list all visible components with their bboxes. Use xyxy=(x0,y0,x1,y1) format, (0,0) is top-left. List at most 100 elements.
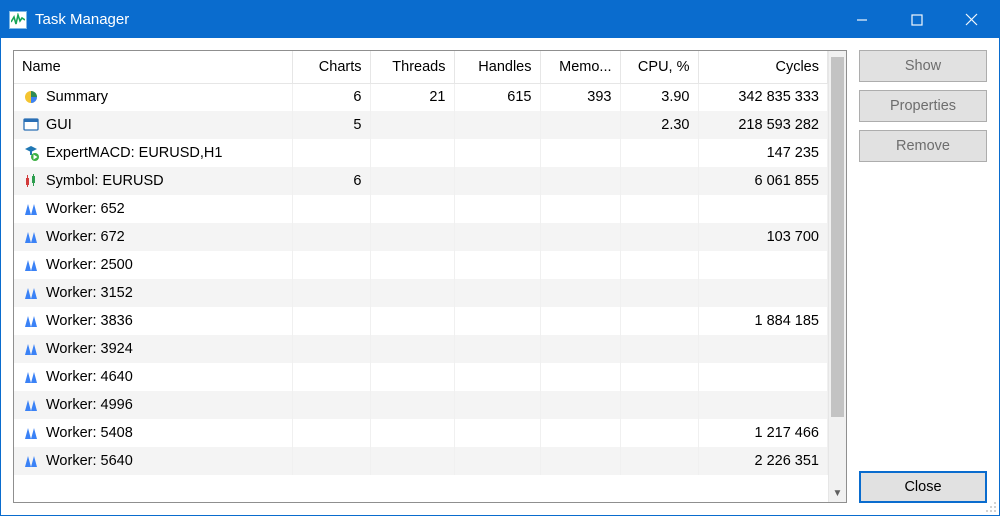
show-button[interactable]: Show xyxy=(859,50,987,82)
cell-cycles xyxy=(698,251,828,279)
col-charts[interactable]: Charts xyxy=(292,51,370,83)
cell-threads xyxy=(370,251,454,279)
cell-memory xyxy=(540,223,620,251)
worker-icon xyxy=(22,200,40,218)
table-row[interactable]: Worker: 3924 xyxy=(14,335,828,363)
table-row[interactable]: Worker: 54081 217 466 xyxy=(14,419,828,447)
worker-icon xyxy=(22,452,40,470)
table-row[interactable]: Worker: 38361 884 185 xyxy=(14,307,828,335)
cell-cpu xyxy=(620,279,698,307)
cell-cpu xyxy=(620,307,698,335)
cell-charts xyxy=(292,279,370,307)
window-title: Task Manager xyxy=(35,11,129,28)
cell-charts: 6 xyxy=(292,83,370,111)
cell-memory: 393 xyxy=(540,83,620,111)
cell-charts xyxy=(292,335,370,363)
scroll-down-arrow-icon[interactable]: ▼ xyxy=(829,484,846,502)
row-name: Worker: 652 xyxy=(46,201,125,217)
cell-cpu xyxy=(620,363,698,391)
worker-icon xyxy=(22,256,40,274)
row-name: Worker: 3152 xyxy=(46,285,133,301)
expert-icon xyxy=(22,144,40,162)
col-cycles[interactable]: Cycles xyxy=(698,51,828,83)
cell-memory xyxy=(540,167,620,195)
cell-handles xyxy=(454,335,540,363)
row-name: ExpertMACD: EURUSD,H1 xyxy=(46,145,222,161)
cell-charts xyxy=(292,307,370,335)
maximize-button[interactable] xyxy=(889,1,944,38)
table-row[interactable]: Summary6216153933.90342 835 333 xyxy=(14,83,828,111)
cell-cycles xyxy=(698,335,828,363)
cell-cpu xyxy=(620,419,698,447)
table-row[interactable]: Worker: 652 xyxy=(14,195,828,223)
table-row[interactable]: Worker: 672 103 700 xyxy=(14,223,828,251)
col-name[interactable]: Name xyxy=(14,51,292,83)
properties-button[interactable]: Properties xyxy=(859,90,987,122)
col-cpu[interactable]: CPU, % xyxy=(620,51,698,83)
resize-grip-icon[interactable] xyxy=(985,501,997,513)
row-name: Worker: 5408 xyxy=(46,425,133,441)
close-window-button[interactable] xyxy=(944,1,999,38)
titlebar[interactable]: Task Manager xyxy=(1,1,999,38)
minimize-button[interactable] xyxy=(834,1,889,38)
cell-handles xyxy=(454,279,540,307)
cell-threads xyxy=(370,363,454,391)
cell-cpu xyxy=(620,391,698,419)
table-row[interactable]: ExpertMACD: EURUSD,H1 147 235 xyxy=(14,139,828,167)
cell-charts xyxy=(292,251,370,279)
symbol-icon xyxy=(22,172,40,190)
cell-threads xyxy=(370,419,454,447)
remove-button[interactable]: Remove xyxy=(859,130,987,162)
col-handles[interactable]: Handles xyxy=(454,51,540,83)
table-row[interactable]: Worker: 3152 xyxy=(14,279,828,307)
cell-cycles: 147 235 xyxy=(698,139,828,167)
table-header-row: Name Charts Threads Handles Memo... CPU,… xyxy=(14,51,828,83)
row-name: Summary xyxy=(46,89,108,105)
worker-icon xyxy=(22,312,40,330)
cell-cycles: 342 835 333 xyxy=(698,83,828,111)
cell-memory xyxy=(540,391,620,419)
row-name: GUI xyxy=(46,117,72,133)
row-name: Worker: 2500 xyxy=(46,257,133,273)
cell-threads xyxy=(370,447,454,475)
table-row[interactable]: Symbol: EURUSD66 061 855 xyxy=(14,167,828,195)
table-row[interactable]: Worker: 2500 xyxy=(14,251,828,279)
task-table: Name Charts Threads Handles Memo... CPU,… xyxy=(14,51,828,475)
cell-cpu xyxy=(620,447,698,475)
summary-icon xyxy=(22,88,40,106)
cell-memory xyxy=(540,419,620,447)
cell-threads xyxy=(370,111,454,139)
scroll-thumb[interactable] xyxy=(831,57,844,417)
window-body: Name Charts Threads Handles Memo... CPU,… xyxy=(1,38,999,515)
cell-cpu: 3.90 xyxy=(620,83,698,111)
row-name: Worker: 3836 xyxy=(46,313,133,329)
cell-cycles: 103 700 xyxy=(698,223,828,251)
table-row[interactable]: Worker: 4640 xyxy=(14,363,828,391)
worker-icon xyxy=(22,396,40,414)
cell-memory xyxy=(540,111,620,139)
table-row[interactable]: Worker: 56402 226 351 xyxy=(14,447,828,475)
cell-handles xyxy=(454,139,540,167)
row-name: Worker: 3924 xyxy=(46,341,133,357)
cell-handles xyxy=(454,363,540,391)
close-button[interactable]: Close xyxy=(859,471,987,503)
cell-cpu xyxy=(620,195,698,223)
cell-cpu xyxy=(620,251,698,279)
cell-handles: 615 xyxy=(454,83,540,111)
cell-charts xyxy=(292,195,370,223)
worker-icon xyxy=(22,284,40,302)
table-row[interactable]: Worker: 4996 xyxy=(14,391,828,419)
vertical-scrollbar[interactable]: ▲ ▼ xyxy=(828,51,846,502)
row-name: Worker: 672 xyxy=(46,229,125,245)
table-row[interactable]: GUI52.30218 593 282 xyxy=(14,111,828,139)
cell-handles xyxy=(454,307,540,335)
col-threads[interactable]: Threads xyxy=(370,51,454,83)
col-memory[interactable]: Memo... xyxy=(540,51,620,83)
cell-charts xyxy=(292,223,370,251)
cell-cycles xyxy=(698,363,828,391)
cell-cpu xyxy=(620,167,698,195)
row-name: Worker: 4640 xyxy=(46,369,133,385)
row-name: Symbol: EURUSD xyxy=(46,173,164,189)
cell-cpu xyxy=(620,139,698,167)
worker-icon xyxy=(22,368,40,386)
